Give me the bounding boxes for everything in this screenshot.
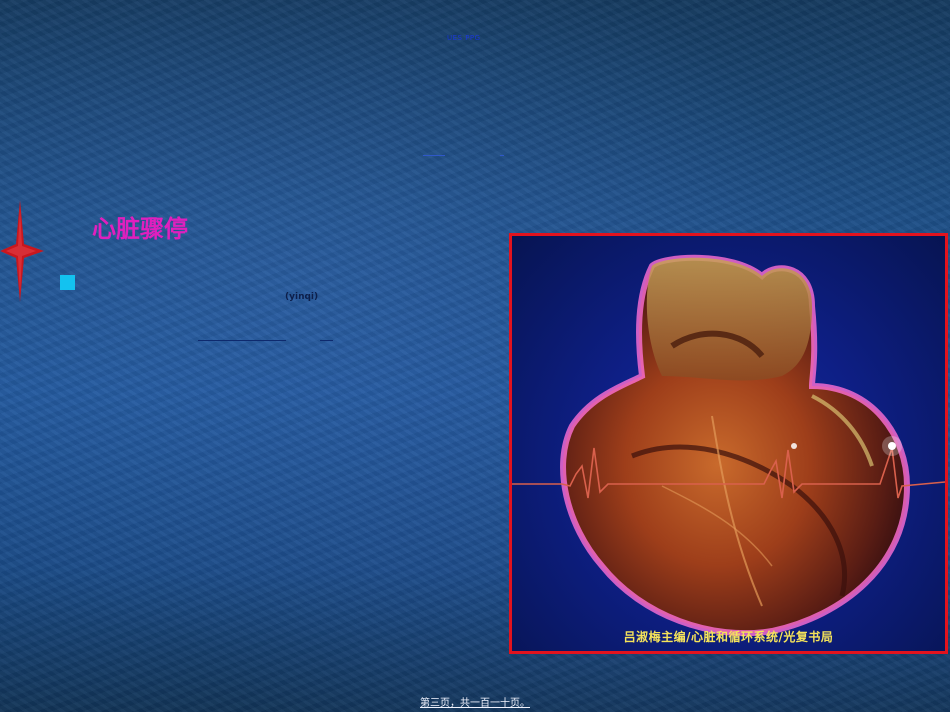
heart-illustration: 吕淑梅主编/心脏和循环系统/光复书局 [509, 233, 948, 654]
red-four-point-star-icon [0, 200, 44, 302]
slide: UES PPG 心脏骤停 (yinqi) 吕淑梅主编/心脏和循环系统/光复书局 … [0, 0, 950, 712]
page-footer: 第三页，共一百一十页。 [420, 698, 530, 709]
slide-title: 心脏骤停 [92, 215, 188, 243]
cyan-square-bullet-icon [60, 275, 75, 290]
photo-caption: 吕淑梅主编/心脏和循环系统/光复书局 [623, 630, 834, 644]
note-text: (yinqi) [285, 292, 319, 302]
heart-image [512, 254, 945, 637]
faint-rule [320, 340, 333, 341]
faint-rule [500, 155, 504, 156]
faint-rule [423, 155, 445, 156]
slide-header-text: UES PPG [447, 34, 481, 42]
faint-rule [198, 340, 286, 341]
